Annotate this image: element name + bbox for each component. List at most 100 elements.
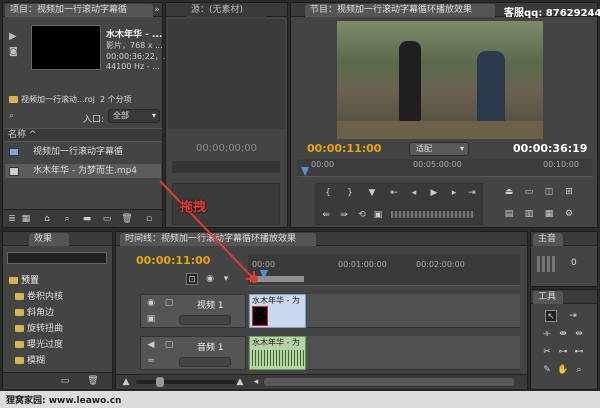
effects-folder[interactable]: 曝光过度 [15, 338, 63, 352]
tab-audio-master[interactable]: 主音 [533, 233, 563, 246]
effects-folder[interactable]: 预置 [9, 274, 39, 288]
effects-folder[interactable]: 斜角边 [15, 306, 54, 320]
folder-icon [15, 309, 24, 316]
razor-tool-icon[interactable]: ✂ [541, 346, 553, 358]
list-item[interactable]: 视频加一行滚动字幕循 [9, 145, 161, 159]
video-track-header[interactable]: ◉ 视频 1 ▢ ▣ [140, 294, 246, 328]
extract-icon[interactable]: ▭ [523, 186, 535, 198]
eye-icon[interactable]: ◉ [145, 297, 157, 309]
go-next-icon[interactable]: ⇛ [338, 209, 350, 221]
sequence-icon [9, 148, 19, 156]
entry-select[interactable]: 全部 ▾ [108, 109, 160, 123]
settings-icon[interactable]: ▦ [543, 208, 555, 220]
tab-program[interactable]: 节目：视频加一行滚动字幕循环播放效果 [305, 4, 495, 17]
step-back-icon[interactable]: ◂ [408, 187, 420, 199]
loop-icon[interactable]: ⟲ [356, 209, 368, 221]
list-item[interactable]: 水木年华 - 为梦而生.mp4 [5, 164, 161, 178]
column-header[interactable]: 名称 ^ [4, 128, 162, 142]
folder-icon [15, 325, 24, 332]
ripple-edit-tool-icon[interactable]: ⟛ [541, 328, 553, 340]
effects-search-input[interactable] [7, 252, 107, 264]
person-left-figure [399, 41, 421, 121]
multi-camera-icon[interactable]: ▥ [523, 208, 535, 220]
go-in-icon[interactable]: ⇤ [388, 187, 400, 199]
fit-select[interactable]: 适配 ▾ [409, 142, 469, 156]
mark-out-icon[interactable]: } [344, 187, 356, 199]
step-forward-icon[interactable]: ▸ [448, 187, 460, 199]
video-clip[interactable]: 水木年华 - 为 [249, 294, 306, 328]
program-ruler[interactable]: 00:00 00:05:00:00 00:10:00 [297, 159, 593, 177]
panel-menu-icon[interactable]: » [151, 4, 163, 16]
audio-clip[interactable]: 水木年华 - 为 [249, 336, 306, 370]
automate-icon[interactable]: ⌂ [41, 213, 53, 225]
project-tabbar: 项目：视频加一行滚动字幕循 » [3, 3, 162, 17]
hand-tool-icon[interactable]: ✋ [557, 364, 569, 376]
tab-effects[interactable]: 效果 [29, 233, 69, 246]
speaker-icon[interactable]: ◀ [145, 339, 157, 351]
slip-tool-icon[interactable]: ⊶ [557, 346, 569, 358]
chevron-down-icon: ▾ [151, 111, 156, 120]
display-style-icon[interactable]: ▣ [145, 313, 157, 325]
source-timecode[interactable]: 00;00;00;00 [196, 143, 257, 154]
rail-track [337, 121, 543, 139]
timeline-scrollbar[interactable] [264, 378, 514, 386]
slide-tool-icon[interactable]: ⊷ [573, 346, 585, 358]
pen-tool-icon[interactable]: ✎ [541, 364, 553, 376]
folder-icon [15, 293, 24, 300]
program-timecode-current[interactable]: 00:00:11:00 [307, 142, 381, 155]
audio-track-header[interactable]: ◀ 音频 1 ▢ ≈ [140, 336, 246, 370]
wrench-icon[interactable]: ⚙ [563, 208, 575, 220]
trim-icon[interactable]: ⊞ [563, 186, 575, 198]
tab-source[interactable]: 源：(无素材) [186, 4, 266, 17]
source-scrub-bar[interactable] [172, 161, 280, 173]
audio-clip-label: 水木年华 - 为 [252, 338, 300, 347]
effects-folder[interactable]: 模糊 [15, 354, 45, 368]
lift-icon[interactable]: ⏏ [503, 186, 515, 198]
drag-annotation-arrow [159, 180, 258, 283]
selection-tool-icon[interactable]: ↖ [545, 310, 557, 322]
zoom-tool-icon[interactable]: ⌕ [573, 364, 585, 376]
program-ruler-tick: 00:00 [311, 160, 335, 169]
scroll-left-icon[interactable]: ◂ [250, 376, 262, 388]
waveform-style-icon[interactable]: ≈ [145, 355, 157, 367]
zoom-slider-knob[interactable] [156, 377, 164, 387]
drag-annotation-label: 拖拽 [180, 200, 207, 215]
new-item-icon[interactable]: ▭ [101, 213, 113, 225]
effects-folder[interactable]: 旋转扭曲 [15, 322, 63, 336]
tools-panel: 工具 ↖ ⇥ ⟛ ⇼ ⇹ ✂ ⊶ ⊷ ✎ ✋ ⌕ [530, 289, 598, 390]
playhead-marker[interactable] [301, 167, 309, 176]
zoom-out-icon[interactable]: ▲ [120, 376, 132, 388]
zoom-slider[interactable] [136, 380, 236, 384]
rolling-edit-tool-icon[interactable]: ⇼ [557, 328, 569, 340]
tab-tools[interactable]: 工具 [533, 291, 563, 304]
rate-stretch-tool-icon[interactable]: ⇹ [573, 328, 585, 340]
tab-project[interactable]: 项目：视频加一行滚动字幕循 [5, 4, 153, 17]
safe-margin-icon[interactable]: ▣ [372, 209, 384, 221]
output-icon[interactable]: ▤ [503, 208, 515, 220]
trash-icon[interactable]: 🗑 [121, 213, 133, 225]
jog-shuttle[interactable] [390, 210, 476, 219]
camera-icon[interactable]: ◙ [9, 47, 23, 59]
find-icon[interactable]: ⌕ [61, 213, 73, 225]
play-icon[interactable]: ▶ [428, 187, 440, 199]
audio-master-value: 0 [571, 258, 577, 268]
effects-panel: 效果 预置 卷积内核 斜角边 旋转扭曲 曝光过度 模糊 ▭ 🗑 [2, 231, 113, 390]
trash-icon[interactable]: 🗑 [87, 375, 99, 387]
export-frame-icon[interactable]: ◫ [543, 186, 555, 198]
new-folder-icon[interactable]: ▭ [59, 375, 71, 387]
go-prev-icon[interactable]: ⇚ [320, 209, 332, 221]
marker-icon[interactable]: ▼ [366, 187, 378, 199]
go-out-icon[interactable]: ⇥ [466, 187, 478, 199]
search-icon[interactable]: ⌕ [9, 111, 14, 121]
list-view-icon[interactable]: ≣ [6, 213, 18, 225]
mark-in-icon[interactable]: { [322, 187, 334, 199]
track-select-tool-icon[interactable]: ⇥ [567, 310, 579, 322]
keyframe-nav[interactable] [179, 315, 231, 325]
effects-folder[interactable]: 卷积内核 [15, 290, 63, 304]
zoom-in-icon[interactable]: ▲ [234, 376, 246, 388]
icon-view-icon[interactable]: ▦ [20, 213, 32, 225]
bin-icon[interactable]: ▬ [81, 213, 93, 225]
keyframe-nav[interactable] [179, 357, 231, 367]
lock-icon[interactable]: ▢ [163, 297, 175, 309]
lock-icon[interactable]: ▢ [163, 339, 175, 351]
